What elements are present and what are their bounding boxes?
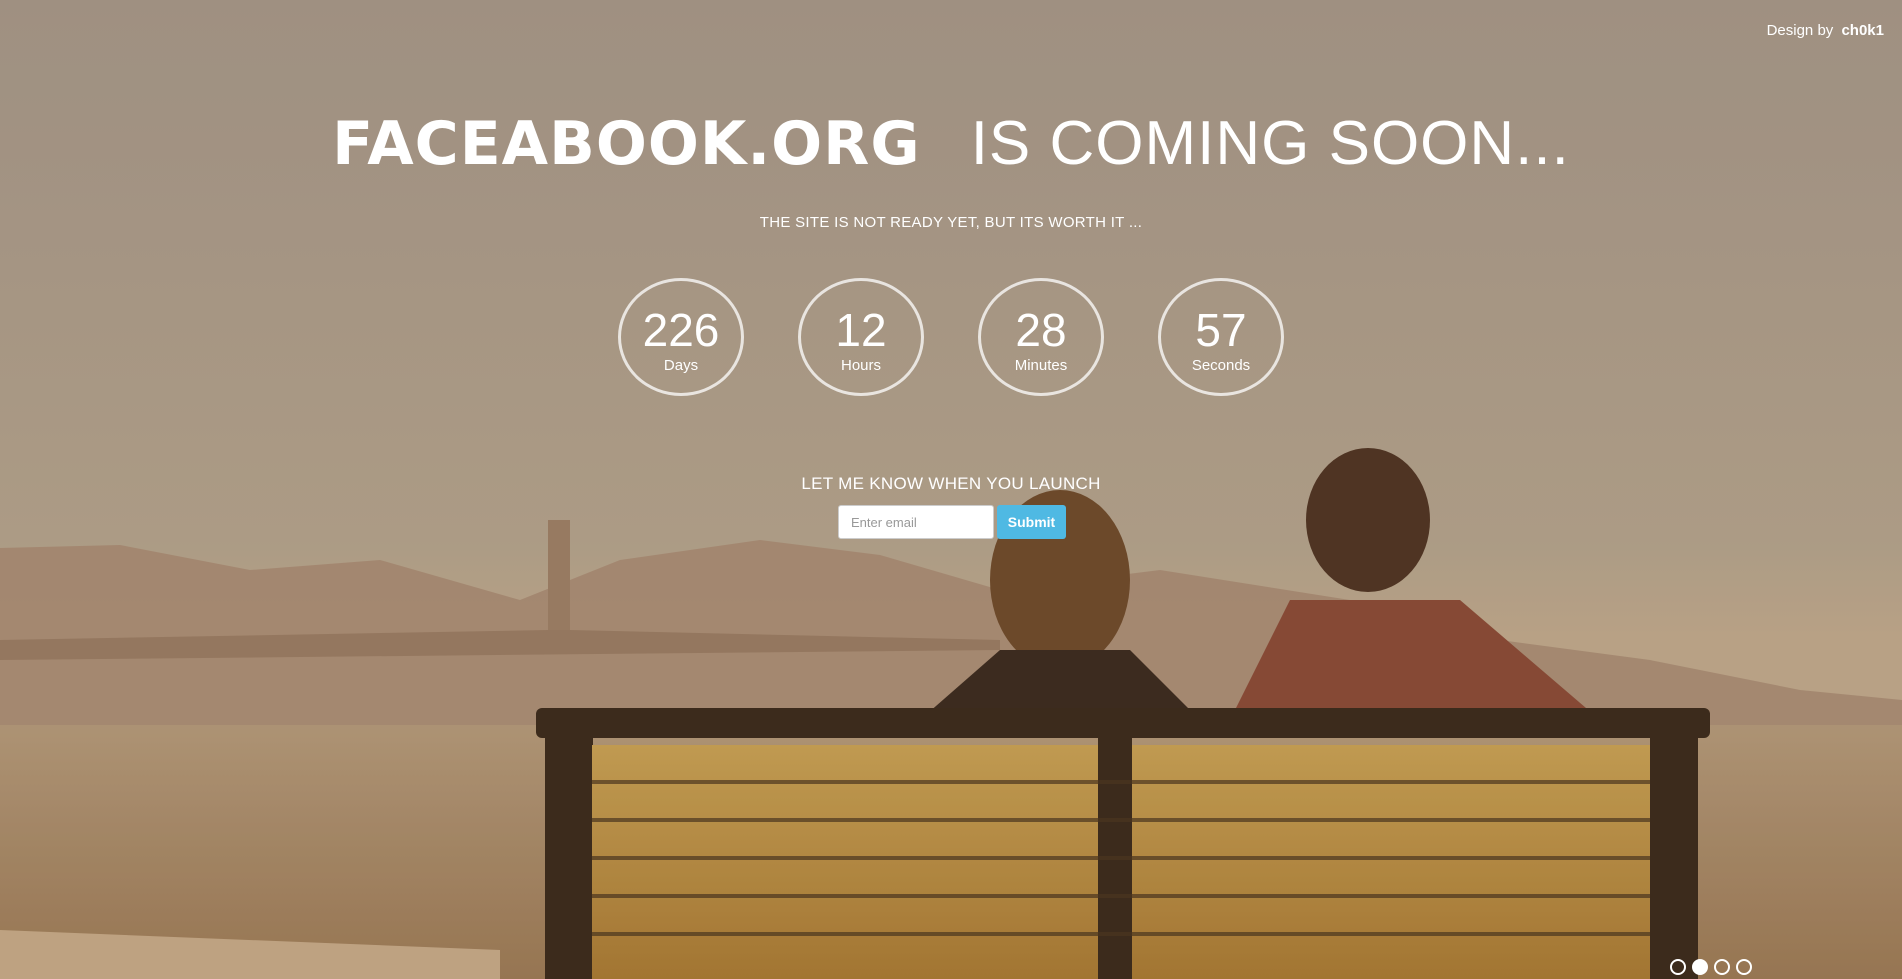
- slide-dot-4[interactable]: [1736, 959, 1752, 975]
- design-credit: Design by ch0k1: [1767, 22, 1884, 39]
- credit-author-link[interactable]: ch0k1: [1841, 22, 1884, 39]
- countdown-label: Hours: [840, 357, 881, 374]
- countdown-label: Seconds: [1191, 357, 1251, 374]
- countdown-label: Minutes: [1014, 357, 1068, 374]
- notify-heading: LET ME KNOW WHEN YOU LAUNCH: [801, 474, 1101, 493]
- slide-dot-1[interactable]: [1670, 959, 1686, 975]
- countdown-hours: 12 Hours: [798, 278, 924, 396]
- countdown-minutes: 28 Minutes: [978, 278, 1104, 396]
- page-title: FACEABOOK.ORG IS COMING SOON...: [0, 108, 1902, 179]
- subtitle: THE SITE IS NOT READY YET, BUT ITS WORTH…: [759, 214, 1143, 231]
- countdown-value: 226: [642, 304, 720, 356]
- credit-prefix: Design by: [1766, 22, 1834, 39]
- submit-button[interactable]: Submit: [997, 505, 1066, 539]
- countdown-value: 28: [1015, 304, 1067, 356]
- countdown-label: Days: [663, 357, 699, 374]
- slide-dot-2[interactable]: [1692, 959, 1708, 975]
- slide-dot-3[interactable]: [1714, 959, 1730, 975]
- countdown-seconds: 57 Seconds: [1158, 278, 1284, 396]
- countdown-value: 57: [1195, 304, 1247, 356]
- email-field[interactable]: [838, 505, 994, 539]
- countdown-days: 226 Days: [618, 278, 744, 396]
- brand-name: FACEABOOK.ORG: [332, 109, 921, 179]
- coming-soon-text: IS COMING SOON...: [970, 109, 1570, 178]
- coming-soon-page: Design by ch0k1 FACEABOOK.ORG IS COMING …: [0, 0, 1902, 979]
- countdown-value: 12: [835, 304, 887, 356]
- countdown-timer: 226 Days 12 Hours 28 Minutes 57 Seconds: [618, 278, 1286, 400]
